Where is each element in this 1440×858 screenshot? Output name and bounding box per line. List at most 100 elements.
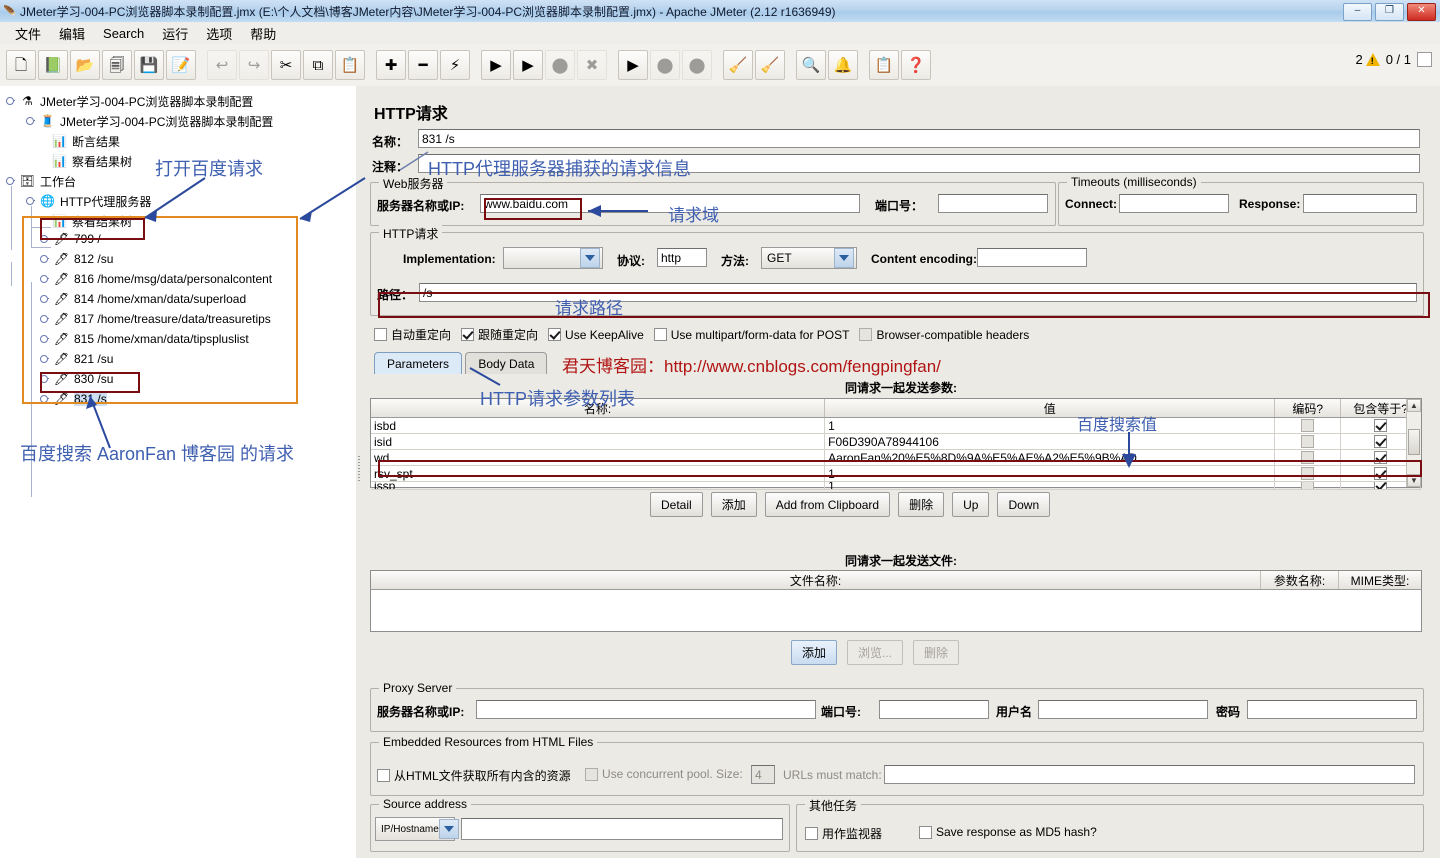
proxy-user-input[interactable] bbox=[1038, 700, 1208, 719]
maximize-button[interactable]: ❐ bbox=[1375, 3, 1404, 21]
table-row[interactable]: rsv_spt 1 bbox=[371, 466, 1421, 482]
toolbar-save-icon[interactable]: 💾 bbox=[134, 50, 164, 80]
toolbar-search-reset-icon[interactable]: 🔔 bbox=[828, 50, 858, 80]
proxy-port-input[interactable] bbox=[879, 700, 989, 719]
test-plan-tree[interactable]: ⚗ JMeter学习-004-PC浏览器脚本录制配置 🧵 JMeter学习-00… bbox=[0, 86, 357, 858]
minimize-button[interactable]: – bbox=[1343, 3, 1372, 21]
expand-handle-icon[interactable] bbox=[40, 274, 51, 285]
expand-handle-icon[interactable] bbox=[40, 234, 51, 245]
toolbar-help-icon[interactable]: ❓ bbox=[901, 50, 931, 80]
menu-search[interactable]: Search bbox=[94, 24, 153, 43]
expand-handle-icon[interactable] bbox=[40, 394, 51, 405]
scroll-up-icon[interactable]: ▲ bbox=[1407, 399, 1421, 412]
add-param-button[interactable]: 添加 bbox=[710, 492, 757, 517]
option-multipart[interactable]: Use multipart/form-data for POST bbox=[653, 328, 849, 342]
cell-encode[interactable] bbox=[1275, 466, 1342, 481]
toolbar-close-icon[interactable]: 🗐 bbox=[102, 50, 132, 80]
cell-encode[interactable] bbox=[1275, 450, 1342, 465]
expand-handle-icon[interactable] bbox=[40, 254, 51, 265]
checkbox-icon[interactable] bbox=[1301, 451, 1315, 464]
menu-file[interactable]: 文件 bbox=[6, 22, 50, 45]
expand-handle-icon[interactable] bbox=[40, 334, 51, 345]
expand-handle-icon[interactable] bbox=[40, 314, 51, 325]
tree-node-request-831[interactable]: 🖊 831 /s bbox=[40, 389, 107, 409]
checkbox-icon[interactable] bbox=[548, 328, 562, 341]
tree-node-view-results-tree-2[interactable]: 📊 察看结果树 bbox=[51, 211, 132, 231]
server-host-input[interactable]: www.baidu.com bbox=[480, 194, 860, 213]
toolbar-function-helper-icon[interactable]: 📋 bbox=[869, 50, 899, 80]
toolbar-search-icon[interactable]: 🔍 bbox=[796, 50, 826, 80]
chevron-down-icon[interactable] bbox=[834, 248, 854, 268]
retrieve-embedded-checkbox[interactable]: 从HTML文件获取所有内含的资源 bbox=[377, 767, 571, 784]
tree-node-test-plan[interactable]: ⚗ JMeter学习-004-PC浏览器脚本录制配置 bbox=[6, 91, 253, 111]
menu-run[interactable]: 运行 bbox=[153, 22, 197, 45]
save-md5-checkbox[interactable]: Save response as MD5 hash? bbox=[919, 825, 1097, 839]
tree-node-assertion-results[interactable]: 📊 断言结果 bbox=[51, 131, 120, 151]
toolbar-new-icon[interactable]: 🗋 bbox=[6, 50, 36, 80]
toolbar-clear-all-icon[interactable]: 🧹 bbox=[755, 50, 785, 80]
tree-node-request-815[interactable]: 🖊 815 /home/xman/data/tipspluslist bbox=[40, 329, 249, 349]
expand-handle-icon[interactable] bbox=[40, 294, 51, 305]
tree-node-request-821[interactable]: 🖊 821 /su bbox=[40, 349, 113, 369]
expand-handle-icon[interactable] bbox=[6, 176, 17, 187]
use-as-monitor-checkbox[interactable]: 用作监视器 bbox=[805, 825, 882, 842]
expand-handle-icon[interactable] bbox=[40, 354, 51, 365]
cell-encode[interactable] bbox=[1275, 482, 1342, 489]
tree-node-request-817[interactable]: 🖊 817 /home/treasure/data/treasuretips bbox=[40, 309, 271, 329]
add-from-clipboard-button[interactable]: Add from Clipboard bbox=[764, 492, 891, 517]
table-scrollbar[interactable]: ▲ ▼ bbox=[1406, 399, 1421, 487]
implementation-select[interactable] bbox=[503, 247, 603, 269]
protocol-input[interactable]: http bbox=[657, 248, 707, 267]
cell-encode[interactable] bbox=[1275, 418, 1342, 433]
server-port-input[interactable] bbox=[938, 194, 1048, 213]
chevron-down-icon[interactable] bbox=[580, 248, 600, 268]
checkbox-icon[interactable] bbox=[1374, 419, 1388, 432]
expand-handle-icon[interactable] bbox=[26, 196, 37, 207]
checkbox-icon[interactable] bbox=[377, 769, 390, 782]
proxy-host-input[interactable] bbox=[476, 700, 816, 719]
name-input[interactable]: 831 /s bbox=[418, 129, 1420, 148]
toolbar-start-icon[interactable]: ▶ bbox=[481, 50, 511, 80]
tree-node-http-proxy-server[interactable]: 🌐 HTTP代理服务器 bbox=[26, 191, 151, 211]
table-row[interactable]: isid F06D390A78944106 bbox=[371, 434, 1421, 450]
connect-timeout-input[interactable] bbox=[1119, 194, 1229, 213]
checkbox-icon[interactable] bbox=[1301, 467, 1315, 480]
source-address-type-select[interactable]: IP/Hostname bbox=[375, 817, 459, 841]
checkbox-icon[interactable] bbox=[1374, 467, 1388, 480]
checkbox-icon[interactable] bbox=[1301, 435, 1315, 448]
scroll-down-icon[interactable]: ▼ bbox=[1407, 474, 1421, 487]
toolbar-save-as-icon[interactable]: 📝 bbox=[166, 50, 196, 80]
toolbar-clear-icon[interactable]: 🧹 bbox=[723, 50, 753, 80]
tree-node-view-results-tree-1[interactable]: 📊 察看结果树 bbox=[51, 151, 132, 171]
files-table[interactable]: 文件名称: 参数名称: MIME类型: bbox=[370, 570, 1422, 632]
tree-node-request-816[interactable]: 🖊 816 /home/msg/data/personalcontent bbox=[40, 269, 272, 289]
scroll-thumb[interactable] bbox=[1408, 429, 1420, 455]
option-follow-redirect[interactable]: 跟随重定向 bbox=[461, 326, 538, 343]
toolbar-expand-all-icon[interactable]: ✚ bbox=[376, 50, 406, 80]
content-encoding-input[interactable] bbox=[977, 248, 1087, 267]
chevron-down-icon[interactable] bbox=[438, 819, 459, 839]
tab-body-data[interactable]: Body Data bbox=[465, 352, 548, 374]
cell-encode[interactable] bbox=[1275, 434, 1342, 449]
tree-node-thread-group[interactable]: 🧵 JMeter学习-004-PC浏览器脚本录制配置 bbox=[26, 111, 273, 131]
warning-badge[interactable]: 2 bbox=[1355, 52, 1380, 67]
add-file-button[interactable]: 添加 bbox=[791, 640, 838, 665]
toolbar-toggle-icon[interactable]: ⚡ bbox=[440, 50, 470, 80]
table-row[interactable]: isbd 1 bbox=[371, 418, 1421, 434]
close-button[interactable]: ✕ bbox=[1407, 3, 1436, 21]
menu-options[interactable]: 选项 bbox=[197, 22, 241, 45]
tree-node-request-812[interactable]: 🖊 812 /su bbox=[40, 249, 113, 269]
proxy-password-input[interactable] bbox=[1247, 700, 1417, 719]
tree-node-request-814[interactable]: 🖊 814 /home/xman/data/superload bbox=[40, 289, 246, 309]
checkbox-icon[interactable] bbox=[653, 328, 667, 341]
source-address-input[interactable] bbox=[461, 818, 783, 840]
detail-button[interactable]: Detail bbox=[650, 492, 703, 517]
path-input[interactable]: /s bbox=[419, 283, 1417, 302]
checkbox-icon[interactable] bbox=[1374, 482, 1388, 489]
checkbox-icon[interactable] bbox=[805, 827, 818, 840]
checkbox-icon[interactable] bbox=[919, 825, 932, 839]
table-row[interactable]: issp 1 bbox=[371, 482, 1421, 490]
expand-handle-icon[interactable] bbox=[26, 116, 37, 127]
tab-parameters[interactable]: Parameters bbox=[374, 352, 463, 374]
up-button[interactable]: Up bbox=[952, 492, 990, 517]
